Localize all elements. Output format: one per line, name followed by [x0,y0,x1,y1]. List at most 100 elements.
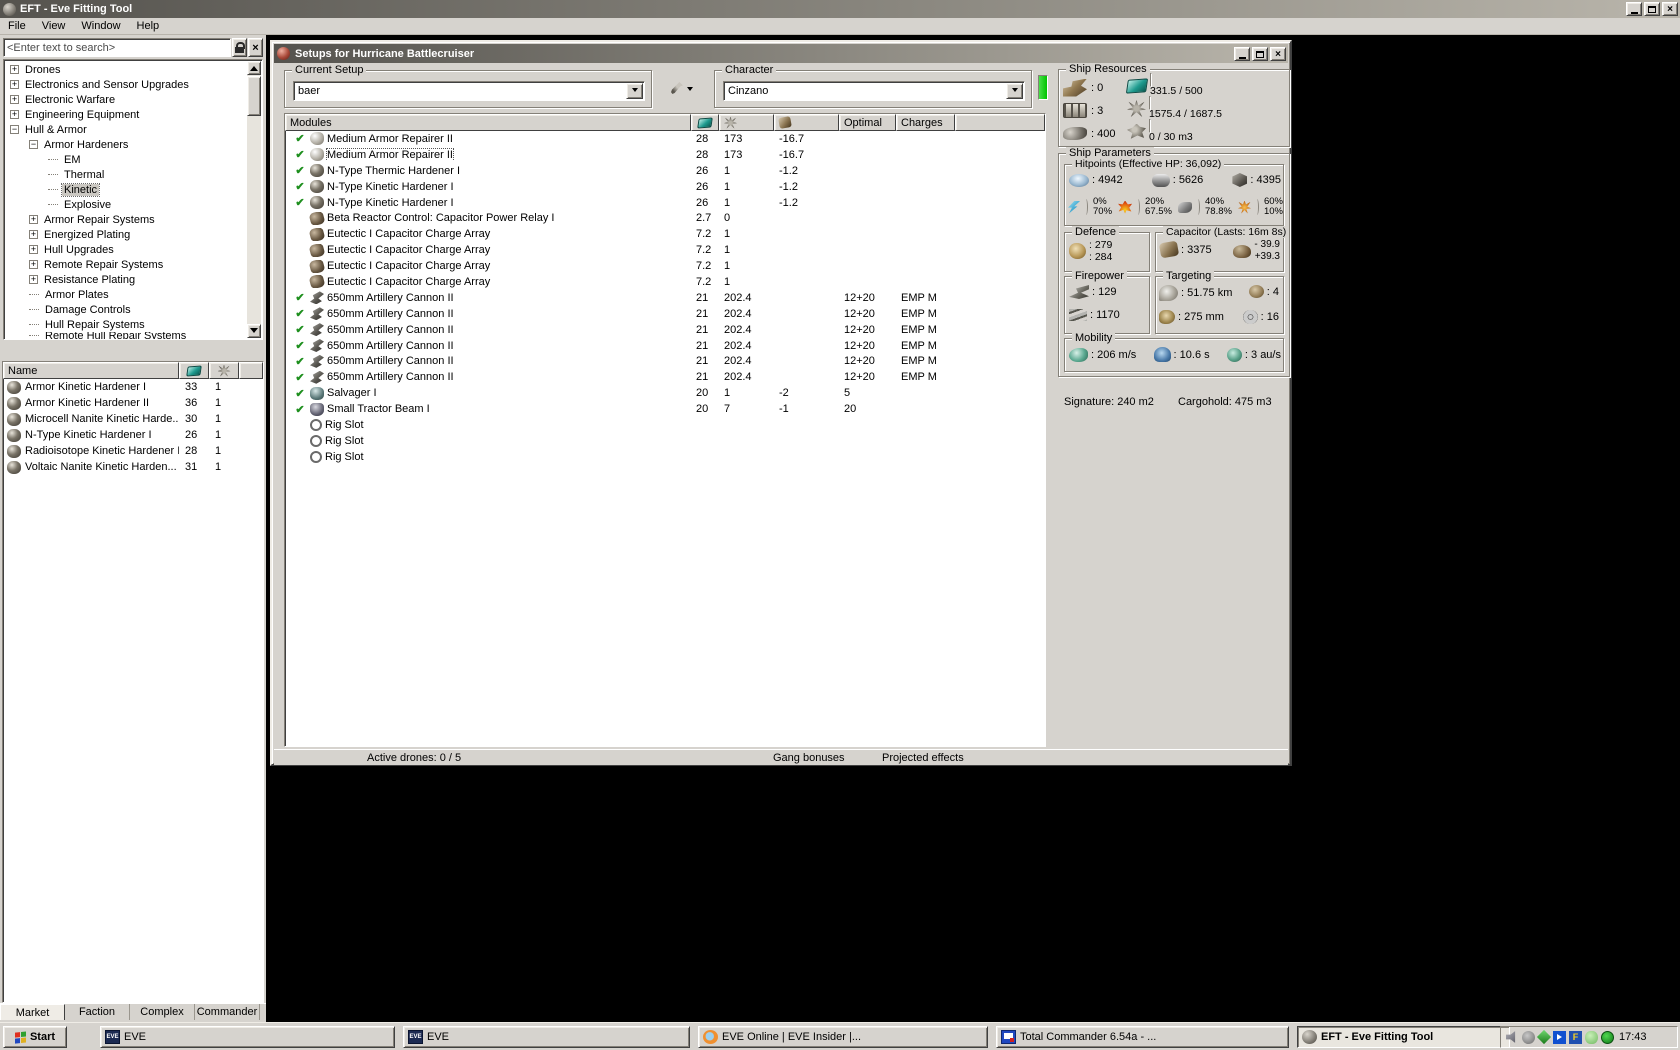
settings-icon[interactable] [1522,1030,1535,1044]
module-row[interactable]: ✔ N-Type Kinetic Hardener I 26 1 -1.2 [285,195,1045,211]
character-combobox[interactable]: Cinzano [723,81,1025,101]
module-row[interactable]: ✔ Medium Armor Repairer II 28 173 -16.7 [285,147,1045,163]
module-row[interactable]: ✔ 650mm Artillery Cannon II 21 202.4 12+20 EM… [285,322,1045,338]
messenger-icon[interactable] [1585,1030,1598,1044]
expand-plus-icon[interactable]: + [29,260,38,269]
column-header-cpu[interactable] [179,362,209,379]
gang-bonuses-status[interactable]: Gang bonuses [773,752,845,764]
module-row[interactable]: ✔ 650mm Artillery Cannon II 21 202.4 12+20 EM… [285,369,1045,385]
minimize-button[interactable] [1234,47,1250,61]
column-header-optimal[interactable]: Optimal [839,114,896,131]
menu-help[interactable]: Help [129,19,168,33]
column-header-capacitor[interactable] [774,114,839,131]
column-header-charges[interactable]: Charges [896,114,955,131]
tab-faction[interactable]: Faction [65,1004,130,1020]
expand-plus-icon[interactable]: + [29,230,38,239]
tree-item[interactable]: + Energized Plating [6,227,246,242]
tree-item[interactable]: Kinetic [6,182,246,197]
taskbar-button[interactable]: EFT - Eve Fitting Tool [1297,1026,1510,1048]
tree-item[interactable]: + Electronic Warfare [6,92,246,107]
module-row[interactable]: Eutectic I Capacitor Charge Array 7.2 1 [285,274,1045,290]
module-row[interactable]: ✔ 650mm Artillery Cannon II 21 202.4 12+20 EM… [285,338,1045,354]
maximize-button[interactable] [1252,47,1268,61]
collapse-minus-icon[interactable]: − [29,140,38,149]
column-header-modules[interactable]: Modules [285,114,691,131]
tree-item[interactable]: − Armor Hardeners [6,137,246,152]
scrollbar-thumb[interactable] [247,76,261,116]
column-header-powergrid[interactable] [209,362,239,379]
module-row[interactable]: ✔ N-Type Thermic Hardener I 26 1 -1.2 [285,163,1045,179]
active-drones-status[interactable]: Active drones: 0 / 5 [367,752,461,764]
menu-window[interactable]: Window [73,19,128,33]
start-button[interactable]: Start [3,1026,67,1048]
expand-plus-icon[interactable]: + [10,95,19,104]
module-row[interactable]: ✔ Medium Armor Repairer II 28 173 -16.7 [285,131,1045,147]
taskbar-button[interactable]: EVE EVE [403,1026,690,1048]
current-setup-combobox[interactable]: baer [293,81,645,101]
module-row[interactable]: Eutectic I Capacitor Charge Array 7.2 1 [285,258,1045,274]
search-clear-button[interactable]: × [248,38,263,57]
table-row[interactable]: Armor Kinetic Hardener II 36 1 [3,395,263,411]
module-row[interactable]: ✔ 650mm Artillery Cannon II 21 202.4 12+20 EM… [285,353,1045,369]
table-row[interactable]: Microcell Nanite Kinetic Harde... 30 1 [3,411,263,427]
expand-plus-icon[interactable]: + [10,110,19,119]
table-row[interactable]: Armor Kinetic Hardener I 33 1 [3,379,263,395]
module-row[interactable]: Rig Slot [285,417,1045,433]
module-row[interactable]: ✔ Small Tractor Beam I 20 7 -1 20 [285,401,1045,417]
tree-item[interactable]: − Hull & Armor [6,122,246,137]
chevron-down-icon[interactable] [626,83,643,99]
tree-item[interactable]: Hull Repair Systems [6,317,246,332]
tree-item[interactable]: + Engineering Equipment [6,107,246,122]
module-row[interactable]: ✔ 650mm Artillery Cannon II 21 202.4 12+20 EM… [285,306,1045,322]
antivirus-icon[interactable] [1601,1030,1614,1044]
tree-item[interactable]: Damage Controls [6,302,246,317]
expand-plus-icon[interactable]: + [29,245,38,254]
tree-item[interactable]: + Armor Repair Systems [6,212,246,227]
collapse-minus-icon[interactable]: − [10,125,19,134]
menu-file[interactable]: File [0,19,34,33]
column-header-powergrid[interactable] [719,114,774,131]
expand-plus-icon[interactable]: + [10,80,19,89]
tab-commander[interactable]: Commander [195,1004,260,1020]
tree-item[interactable]: + Drones [6,62,246,77]
module-row[interactable]: Eutectic I Capacitor Charge Array 7.2 1 [285,226,1045,242]
setups-window-titlebar[interactable]: Setups for Hurricane Battlecruiser × [274,44,1288,63]
table-row[interactable]: Radioisotope Kinetic Hardener I 28 1 [3,443,263,459]
module-row[interactable]: Beta Reactor Control: Capacitor Power Re… [285,210,1045,226]
column-header-name[interactable]: Name [3,362,179,379]
tab-market[interactable]: Market [0,1004,65,1020]
column-header-cpu[interactable] [691,114,719,131]
search-lock-button[interactable] [232,38,247,57]
module-row[interactable]: ✔ N-Type Kinetic Hardener I 26 1 -1.2 [285,179,1045,195]
table-row[interactable]: N-Type Kinetic Hardener I 26 1 [3,427,263,443]
chevron-down-icon[interactable] [1006,83,1023,99]
close-button[interactable]: × [1270,47,1286,61]
minimize-button[interactable] [1626,2,1642,16]
expand-plus-icon[interactable]: + [29,275,38,284]
maximize-button[interactable] [1644,2,1660,16]
tree-item[interactable]: + Remote Repair Systems [6,257,246,272]
expand-plus-icon[interactable]: + [29,215,38,224]
module-row[interactable]: Eutectic I Capacitor Charge Array 7.2 1 [285,242,1045,258]
scroll-up-icon[interactable] [247,61,261,75]
scroll-down-icon[interactable] [247,324,261,338]
taskbar-button[interactable]: EVE EVE [100,1026,395,1048]
projected-effects-status[interactable]: Projected effects [882,752,964,764]
tree-item[interactable]: + Resistance Plating [6,272,246,287]
module-row[interactable]: ✔ Salvager I 20 1 -2 5 [285,385,1045,401]
module-row[interactable]: Rig Slot [285,433,1045,449]
module-row[interactable]: ✔ 650mm Artillery Cannon II 21 202.4 12+20 EM… [285,290,1045,306]
tree-item[interactable]: Remote Hull Repair Systems [6,332,246,339]
tree-item[interactable]: Armor Plates [6,287,246,302]
tab-complex[interactable]: Complex [130,1004,195,1020]
media-player-icon[interactable] [1553,1030,1566,1044]
close-button[interactable]: × [1662,2,1678,16]
expand-plus-icon[interactable]: + [10,65,19,74]
shield-icon[interactable] [1536,1029,1552,1045]
file-manager-icon[interactable]: F [1569,1030,1582,1044]
tree-item[interactable]: + Hull Upgrades [6,242,246,257]
module-row[interactable]: Rig Slot [285,449,1045,465]
menu-view[interactable]: View [34,19,74,33]
tree-scrollbar[interactable] [247,61,261,338]
tree-item[interactable]: Thermal [6,167,246,182]
